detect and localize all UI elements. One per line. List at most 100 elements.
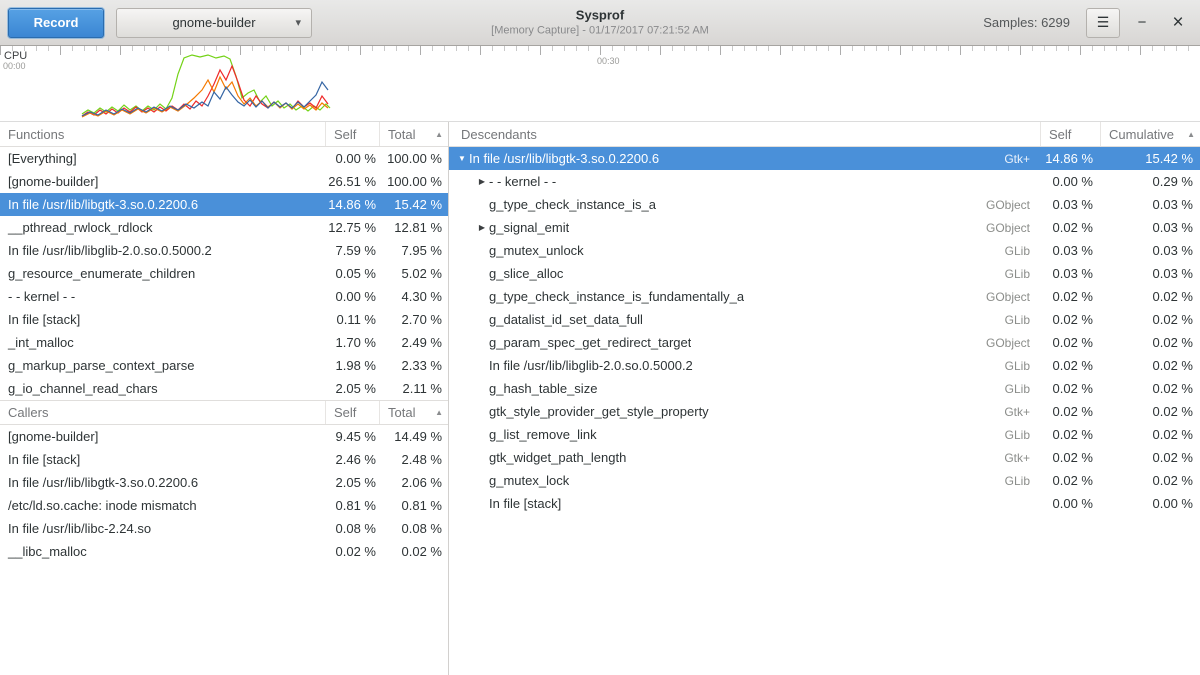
caller-row-total: 0.02 %	[379, 544, 448, 559]
descendant-self: 0.02 %	[1040, 450, 1100, 465]
cumulative-column-header[interactable]: Cumulative ▲	[1100, 122, 1200, 146]
descendant-row[interactable]: g_type_check_instance_is_fundamentally_a…	[449, 285, 1200, 308]
library-tag: GLib	[1005, 382, 1040, 396]
descendant-cumulative: 0.00 %	[1100, 496, 1200, 511]
record-button[interactable]: Record	[8, 8, 104, 38]
descendant-row[interactable]: g_mutex_lockGLib0.02 %0.02 %	[449, 469, 1200, 492]
descendants-column-header[interactable]: Descendants	[449, 122, 1040, 146]
caller-row[interactable]: In file [stack]2.46 %2.48 %	[0, 448, 448, 471]
close-button[interactable]: ×	[1164, 8, 1192, 38]
caller-row-name: In file [stack]	[0, 452, 325, 467]
callers-column-header[interactable]: Callers	[0, 401, 325, 424]
function-row[interactable]: g_io_channel_read_chars2.05 %2.11 %	[0, 377, 448, 400]
function-row-name: In file /usr/lib/libgtk-3.so.0.2200.6	[0, 197, 325, 212]
descendant-row[interactable]: g_mutex_unlockGLib0.03 %0.03 %	[449, 239, 1200, 262]
function-row[interactable]: [Everything]0.00 %100.00 %	[0, 147, 448, 170]
function-row[interactable]: - - kernel - -0.00 %4.30 %	[0, 285, 448, 308]
function-row-total: 100.00 %	[379, 151, 448, 166]
descendant-cumulative: 0.03 %	[1100, 220, 1200, 235]
window-minimize-icon: −	[1138, 14, 1147, 31]
capture-subtitle: [Memory Capture] - 01/17/2017 07:21:52 A…	[491, 24, 709, 38]
caller-row[interactable]: [gnome-builder]9.45 %14.49 %	[0, 425, 448, 448]
descendant-row[interactable]: ▼In file /usr/lib/libgtk-3.so.0.2200.6Gt…	[449, 147, 1200, 170]
function-row-name: In file /usr/lib/libglib-2.0.so.0.5000.2	[0, 243, 325, 258]
function-row[interactable]: In file /usr/lib/libgtk-3.so.0.2200.614.…	[0, 193, 448, 216]
process-selector-dropdown[interactable]: gnome-builder ▾	[116, 8, 312, 38]
expand-arrow-icon[interactable]: ▶	[475, 223, 489, 232]
callers-list: [gnome-builder]9.45 %14.49 %In file [sta…	[0, 425, 448, 563]
window-close-icon: ×	[1172, 12, 1183, 34]
total-column-header[interactable]: Total ▲	[379, 401, 448, 424]
caller-row[interactable]: In file /usr/lib/libc-2.24.so0.08 %0.08 …	[0, 517, 448, 540]
descendant-cumulative: 0.02 %	[1100, 312, 1200, 327]
function-row-total: 4.30 %	[379, 289, 448, 304]
hamburger-icon: ☰	[1097, 14, 1110, 31]
caller-row[interactable]: __libc_malloc0.02 %0.02 %	[0, 540, 448, 563]
function-row-name: g_markup_parse_context_parse	[0, 358, 325, 373]
function-row[interactable]: In file /usr/lib/libglib-2.0.so.0.5000.2…	[0, 239, 448, 262]
descendant-row[interactable]: In file /usr/lib/libglib-2.0.so.0.5000.2…	[449, 354, 1200, 377]
caller-row-name: In file /usr/lib/libc-2.24.so	[0, 521, 325, 536]
function-row-self: 7.59 %	[325, 243, 379, 258]
menu-button[interactable]: ☰	[1086, 8, 1120, 38]
descendant-name: gtk_style_provider_get_style_property	[489, 404, 709, 419]
library-tag: GLib	[1005, 267, 1040, 281]
descendant-row[interactable]: ▶- - kernel - -0.00 %0.29 %	[449, 170, 1200, 193]
descendant-row[interactable]: gtk_style_provider_get_style_propertyGtk…	[449, 400, 1200, 423]
self-column-header[interactable]: Self	[1040, 122, 1100, 146]
descendant-row[interactable]: g_list_remove_linkGLib0.02 %0.02 %	[449, 423, 1200, 446]
descendant-row[interactable]: g_param_spec_get_redirect_targetGObject0…	[449, 331, 1200, 354]
descendant-name: In file /usr/lib/libglib-2.0.so.0.5000.2	[489, 358, 693, 373]
app-title: Sysprof	[491, 7, 709, 24]
function-row[interactable]: g_markup_parse_context_parse1.98 %2.33 %	[0, 354, 448, 377]
dropdown-arrow-icon: ▾	[295, 16, 301, 29]
function-row-name: - - kernel - -	[0, 289, 325, 304]
descendant-cumulative: 0.02 %	[1100, 358, 1200, 373]
functions-column-header[interactable]: Functions	[0, 122, 325, 146]
descendant-name: g_hash_table_size	[489, 381, 597, 396]
library-tag: GLib	[1005, 244, 1040, 258]
caller-row-total: 0.81 %	[379, 498, 448, 513]
function-row[interactable]: [gnome-builder]26.51 %100.00 %	[0, 170, 448, 193]
function-row-self: 0.11 %	[325, 312, 379, 327]
descendant-row[interactable]: g_type_check_instance_is_aGObject0.03 %0…	[449, 193, 1200, 216]
function-row-name: __pthread_rwlock_rdlock	[0, 220, 325, 235]
descendant-row[interactable]: ▶g_signal_emitGObject0.02 %0.03 %	[449, 216, 1200, 239]
function-row-total: 2.70 %	[379, 312, 448, 327]
caller-row-total: 0.08 %	[379, 521, 448, 536]
library-tag: GLib	[1005, 428, 1040, 442]
tree-indent	[455, 319, 475, 320]
descendant-cumulative: 15.42 %	[1100, 151, 1200, 166]
self-column-header[interactable]: Self	[325, 401, 379, 424]
tree-indent	[455, 296, 475, 297]
descendant-row[interactable]: g_hash_table_sizeGLib0.02 %0.02 %	[449, 377, 1200, 400]
expand-arrow-icon[interactable]: ▶	[475, 177, 489, 186]
descendants-table-header: Descendants Self Cumulative ▲	[449, 122, 1200, 147]
descendant-cumulative: 0.02 %	[1100, 381, 1200, 396]
descendant-cumulative: 0.02 %	[1100, 335, 1200, 350]
descendant-row[interactable]: g_slice_allocGLib0.03 %0.03 %	[449, 262, 1200, 285]
tree-indent	[455, 457, 475, 458]
cpu-timeline-graph[interactable]: CPU 00:00 00:30	[0, 46, 1200, 122]
self-column-header[interactable]: Self	[325, 122, 379, 146]
function-row[interactable]: In file [stack]0.11 %2.70 %	[0, 308, 448, 331]
caller-row[interactable]: /etc/ld.so.cache: inode mismatch0.81 %0.…	[0, 494, 448, 517]
caller-row-name: __libc_malloc	[0, 544, 325, 559]
descendant-name: g_signal_emit	[489, 220, 569, 235]
tree-indent	[455, 388, 475, 389]
total-column-header[interactable]: Total ▲	[379, 122, 448, 146]
function-row-total: 5.02 %	[379, 266, 448, 281]
caller-row[interactable]: In file /usr/lib/libgtk-3.so.0.2200.62.0…	[0, 471, 448, 494]
function-row[interactable]: g_resource_enumerate_children0.05 %5.02 …	[0, 262, 448, 285]
minimize-button[interactable]: −	[1128, 8, 1156, 38]
function-row[interactable]: __pthread_rwlock_rdlock12.75 %12.81 %	[0, 216, 448, 239]
descendant-row[interactable]: gtk_widget_path_lengthGtk+0.02 %0.02 %	[449, 446, 1200, 469]
function-row-self: 0.00 %	[325, 289, 379, 304]
tree-indent	[455, 480, 475, 481]
descendant-row[interactable]: g_datalist_id_set_data_fullGLib0.02 %0.0…	[449, 308, 1200, 331]
descendant-row[interactable]: In file [stack]0.00 %0.00 %	[449, 492, 1200, 515]
collapse-arrow-icon[interactable]: ▼	[455, 154, 469, 163]
header-right-controls: Samples: 6299 ☰ − ×	[983, 8, 1192, 38]
function-row[interactable]: _int_malloc1.70 %2.49 %	[0, 331, 448, 354]
function-row-self: 1.98 %	[325, 358, 379, 373]
